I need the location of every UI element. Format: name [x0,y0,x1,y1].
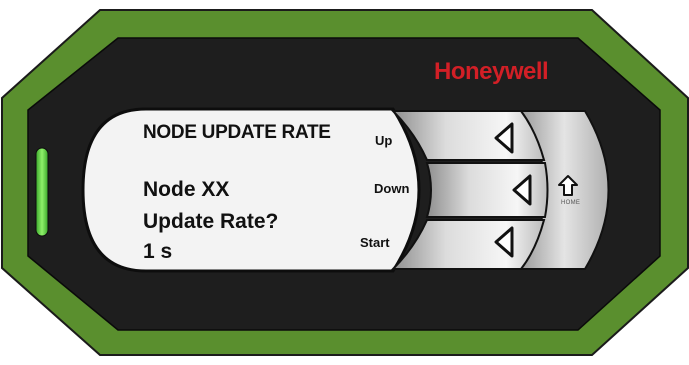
display-line-3: 1 s [143,240,173,263]
brand-logo: Honeywell [434,58,549,85]
display-line-2: Update Rate? [143,210,279,233]
device-bezel [1,9,689,356]
home-key-label: HOME [561,200,581,206]
up-key-label: Up [375,133,393,148]
start-key-label: Start [360,235,390,250]
display-title: NODE UPDATE RATE [143,122,331,143]
down-key-label: Down [374,181,410,196]
display-line-1: Node XX [143,178,230,201]
status-led [35,147,49,237]
